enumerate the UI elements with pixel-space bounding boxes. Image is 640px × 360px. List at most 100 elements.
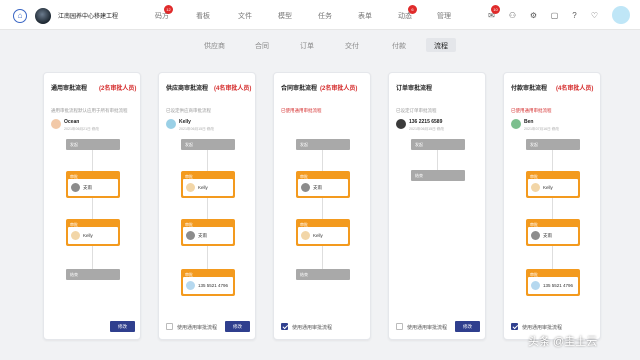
help-icon[interactable]: ?	[570, 11, 579, 20]
checkbox-label: 使用通用审批流程	[522, 325, 563, 331]
checkbox-label: 使用通用审批流程	[177, 325, 218, 331]
top-bar: ⌂ 江南园养中心移建工程 码方 12 看板 文件 模型 任务 表单 动态 6 管…	[0, 0, 640, 30]
approver-name: 支雨	[83, 185, 92, 190]
use-general-checkbox[interactable]	[396, 323, 403, 330]
step-approver[interactable]: 审批 支雨	[296, 171, 350, 198]
owner-name: Ben	[524, 119, 534, 125]
edit-button[interactable]: 修改	[455, 321, 480, 332]
step-end: 结束	[411, 170, 465, 181]
step-start: 发起	[181, 139, 235, 150]
step-approver[interactable]: 审批 支雨	[526, 219, 580, 246]
step-approver[interactable]: 审批 135 5521 4796	[181, 269, 235, 296]
sub-tabs: 供应商 合同 订单 交付 付款 流程	[0, 38, 640, 52]
approver-name: 135 5521 4796	[198, 283, 229, 288]
nav-badge-0: 12	[164, 5, 173, 14]
tab-delivery[interactable]: 交付	[345, 41, 359, 51]
avatar	[51, 119, 61, 129]
step-start: 发起	[526, 139, 580, 150]
step-end: 结束	[66, 269, 120, 280]
step-approver[interactable]: 审批 支雨	[66, 171, 120, 198]
step-approver[interactable]: 审批 Kelly	[181, 171, 235, 198]
approver-name: Kelly	[313, 233, 323, 238]
use-general-checkbox[interactable]	[166, 323, 173, 330]
heart-icon[interactable]: ♡	[590, 11, 599, 20]
checkbox-label: 使用通用审批流程	[292, 325, 333, 331]
edit-button[interactable]: 修改	[110, 321, 135, 332]
use-general-checkbox[interactable]	[281, 323, 288, 330]
card-desc: 已使用通用审批流程	[511, 108, 552, 113]
approver-name: 支雨	[313, 185, 322, 190]
step-approver[interactable]: 审批 Kelly	[66, 219, 120, 246]
step-approver[interactable]: 审批 Kelly	[526, 171, 580, 198]
tab-payment[interactable]: 付款	[392, 41, 406, 51]
owner-date: 2021年06月15日 修改	[179, 127, 214, 131]
watermark: 头条 @圭土云	[528, 336, 598, 348]
owner-date: 2021年06月21日 修改	[64, 127, 99, 131]
card-desc: 已设定订单审批流程	[396, 108, 437, 113]
tab-contract[interactable]: 合同	[255, 41, 269, 51]
avatar	[531, 183, 540, 192]
approver-name: Kelly	[198, 185, 208, 190]
step-approver[interactable]: 审批 135 5521 4796	[526, 269, 580, 296]
flow-line	[322, 145, 323, 273]
settings-icon[interactable]: ⚙	[529, 11, 538, 20]
avatar	[301, 183, 310, 192]
nav-item-3[interactable]: 模型	[278, 11, 292, 21]
tab-process[interactable]: 流程	[426, 38, 456, 52]
avatar	[166, 119, 176, 129]
owner-name: Kelly	[179, 119, 191, 125]
card-desc: 已设定供应商审批流程	[166, 108, 211, 113]
tab-order[interactable]: 订单	[300, 41, 314, 51]
avatar	[511, 119, 521, 129]
card-required: (2名审批人员)	[99, 86, 137, 92]
user-avatar[interactable]	[612, 6, 630, 24]
approver-name: Kelly	[543, 185, 553, 190]
mail-badge: 10	[491, 5, 500, 14]
avatar	[531, 281, 540, 290]
panel-icon[interactable]: ▢	[550, 11, 559, 20]
process-card-payment: 付款审批流程 (4名审批人员) 已使用通用审批流程 Ben 2021年07月16…	[503, 72, 601, 340]
use-general-checkbox[interactable]	[511, 323, 518, 330]
process-card-supplier: 供应商审批流程 (4名审批人员) 已设定供应商审批流程 Kelly 2021年0…	[158, 72, 256, 340]
owner-name: Ocean	[64, 119, 80, 125]
card-desc: 已使用通用审批流程	[281, 108, 322, 113]
avatar	[396, 119, 406, 129]
nav-item-1[interactable]: 看板	[196, 11, 210, 21]
avatar	[71, 231, 80, 240]
user-icon[interactable]: ⚇	[508, 11, 517, 20]
nav-badge-6: 6	[408, 5, 417, 14]
home-icon[interactable]: ⌂	[13, 9, 27, 23]
approver-name: Kelly	[83, 233, 93, 238]
nav-item-2[interactable]: 文件	[238, 11, 252, 21]
avatar	[186, 183, 195, 192]
process-card-contract: 合同审批流程 (2名审批人员) 已使用通用审批流程 发起 审批 支雨 审批 Ke…	[273, 72, 371, 340]
edit-button[interactable]: 修改	[225, 321, 250, 332]
nav-item-5[interactable]: 表单	[358, 11, 372, 21]
process-card-order: 订单审批流程 已设定订单审批流程 136 2215 6589 2021年06月1…	[388, 72, 486, 340]
nav-item-7[interactable]: 管理	[437, 11, 451, 21]
card-required: (4名审批人员)	[556, 86, 594, 92]
owner-name: 136 2215 6589	[409, 119, 443, 125]
checkbox-label: 使用通用审批流程	[407, 325, 448, 331]
nav-item-4[interactable]: 任务	[318, 11, 332, 21]
owner-date: 2021年07月16日 修改	[524, 127, 559, 131]
card-required: (2名审批人员)	[320, 86, 358, 92]
approver-name: 支雨	[198, 233, 207, 238]
avatar	[71, 183, 80, 192]
card-title: 付款审批流程	[511, 86, 548, 92]
avatar	[531, 231, 540, 240]
step-start: 发起	[296, 139, 350, 150]
card-title: 订单审批流程	[396, 86, 433, 92]
project-logo	[35, 8, 51, 24]
card-desc: 通用审批流程默认应用于所有审批流程	[51, 108, 128, 113]
avatar	[301, 231, 310, 240]
card-title: 供应商审批流程	[166, 86, 209, 92]
card-title: 通用审批流程	[51, 86, 88, 92]
step-end: 结束	[296, 269, 350, 280]
flow-line	[92, 145, 93, 273]
step-approver[interactable]: 审批 支雨	[181, 219, 235, 246]
process-card-general: 通用审批流程 (2名审批人员) 通用审批流程默认应用于所有审批流程 Ocean …	[43, 72, 141, 340]
step-approver[interactable]: 审批 Kelly	[296, 219, 350, 246]
tab-supplier[interactable]: 供应商	[204, 41, 225, 51]
project-title: 江南园养中心移建工程	[58, 14, 119, 20]
